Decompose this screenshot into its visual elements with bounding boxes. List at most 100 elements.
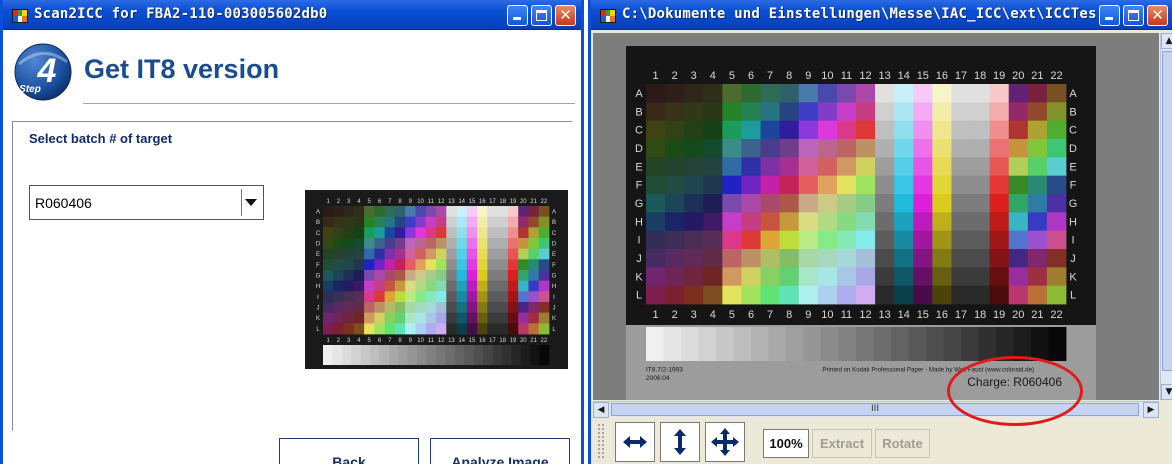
color-patch [466,312,478,324]
color-patch [779,175,800,195]
color-patch [353,280,365,292]
extract-button[interactable]: Extract [812,429,872,458]
color-patch [1046,194,1067,213]
column-number-top: 17 [489,199,496,205]
close-button[interactable]: ✕ [1147,5,1168,26]
color-patch [384,248,396,260]
color-patch [836,84,857,103]
title-bar[interactable]: C:\Dokumente und Einstellungen\Messe\IAC… [591,0,1172,30]
color-patch [323,248,334,260]
color-patch [353,206,365,218]
color-patch [817,175,838,195]
minimize-icon [1105,17,1113,20]
gray-step-patch [370,345,380,365]
rotate-button[interactable]: Rotate [875,429,930,458]
color-patch [779,157,800,177]
color-patch [913,175,933,195]
chevron-down-icon[interactable] [245,199,257,206]
color-patch [518,238,529,250]
color-patch [665,249,685,268]
color-patch [374,302,386,314]
color-patch [497,323,509,335]
color-patch [323,291,334,303]
color-patch [497,302,509,314]
minimize-button[interactable] [507,5,528,26]
color-patch [528,323,540,335]
column-number-bottom: 12 [859,309,871,321]
target-image: 1122334455667788991010111112121313141415… [593,33,1159,400]
color-patch [394,206,406,218]
color-patch [913,249,933,268]
gray-step-patch [351,345,362,365]
color-patch [456,280,468,292]
scroll-down-icon[interactable]: ▼ [1161,384,1172,400]
color-patch [333,291,344,303]
color-patch [856,139,876,158]
color-patch [343,216,355,228]
color-patch [436,323,447,335]
color-patch [487,312,499,324]
color-patch [684,175,704,195]
gray-step-patch [379,345,390,365]
vertical-scroll-thumb[interactable] [1162,51,1172,371]
row-letter-left: D [316,241,321,247]
batch-select[interactable]: R060406 [29,185,264,220]
vertical-scrollbar[interactable]: ▲ ▼ [1160,33,1172,400]
row-letter-left: A [635,88,643,100]
back-button[interactable]: Back [279,438,419,464]
color-patch [665,285,685,305]
color-patch [951,249,971,268]
zoom-100-button[interactable]: 100% [763,429,809,458]
color-patch [487,216,499,228]
color-patch [364,227,375,239]
color-patch [836,102,857,122]
color-patch [1046,139,1067,158]
row-letter-right: G [552,273,557,279]
color-patch [497,216,509,228]
title-bar[interactable]: Scan2ICC for FBA2-110-003005602db0 ✕ [3,0,581,30]
color-patch [384,270,396,282]
color-patch [528,302,540,314]
color-patch [684,249,704,268]
color-patch [1046,102,1067,122]
color-patch [456,259,468,271]
color-patch [518,291,529,303]
maximize-button[interactable] [531,5,552,26]
scroll-left-icon[interactable]: ◀ [593,402,609,418]
scroll-up-icon[interactable]: ▲ [1161,33,1172,49]
color-patch [538,323,550,335]
analyze-image-button[interactable]: Analyze Image [430,438,570,464]
color-patch [665,230,685,250]
row-letter-left: D [635,143,643,155]
color-patch [1027,175,1048,195]
color-patch [951,157,971,177]
close-button[interactable]: ✕ [555,5,576,26]
color-patch [817,230,838,250]
color-patch [722,285,742,305]
maximize-button[interactable] [1123,5,1144,26]
color-patch [703,157,723,177]
dropdown-divider [241,189,242,216]
fit-height-button[interactable] [660,422,700,462]
image-viewport[interactable]: 1 1 2 2 3 3 4 4 5 5 6 6 7 7 8 8 9 9 10 10 11 11 12 12 13 13 14 14 15… [593,33,1159,400]
color-patch [741,139,761,158]
pan-button[interactable] [705,422,745,462]
color-patch [1027,84,1048,103]
color-patch [913,194,933,213]
color-patch [932,175,952,195]
color-patch [894,139,914,158]
fit-width-button[interactable] [615,422,655,462]
scroll-right-icon[interactable]: ▶ [1143,402,1159,418]
color-patch [875,84,895,103]
minimize-button[interactable] [1099,5,1120,26]
color-patch [684,102,704,122]
color-patch [456,238,468,250]
color-patch [894,120,914,140]
toolbar-grip[interactable] [597,423,605,459]
color-patch [497,291,509,303]
gray-step-patch [417,345,427,365]
color-patch [456,312,468,324]
color-patch [684,139,704,158]
row-letter-right: J [553,305,556,311]
column-number-bottom: 20 [520,338,527,344]
